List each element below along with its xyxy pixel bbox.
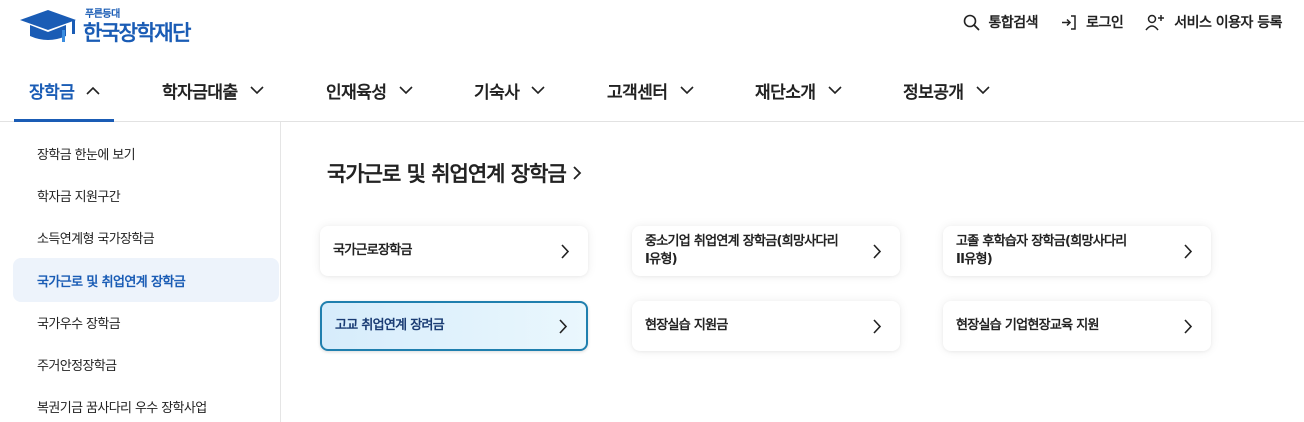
chevron-down-icon [679, 85, 694, 94]
gnb-item-talent[interactable]: 인재육성 [326, 58, 413, 122]
gnb-item-about[interactable]: 재단소개 [755, 58, 842, 122]
gnb-label: 인재육성 [326, 82, 387, 103]
user-add-icon [1145, 14, 1165, 30]
sidebar-item[interactable]: 장학금 한눈에 보기 [13, 131, 279, 175]
user-register-link[interactable]: 서비스 이용자 등록 [1145, 12, 1282, 32]
chevron-down-icon [250, 85, 264, 94]
chevron-right-icon [873, 243, 882, 259]
chevron-down-icon [827, 85, 842, 94]
graduation-cap-icon [20, 10, 76, 42]
gnb-label: 장학금 [29, 82, 75, 103]
sidebar-item-label: 학자금 지원구간 [37, 189, 121, 205]
card-field-training-company[interactable]: 현장실습 기업현장교육 지원 [943, 301, 1211, 351]
card-label: 현장실습 지원금 [645, 318, 728, 333]
login-label: 로그인 [1086, 15, 1124, 31]
utility-nav: 통합검색 로그인 서비스 이용자 등록 [941, 9, 1282, 35]
search-icon [963, 14, 979, 30]
chevron-right-icon [1184, 243, 1193, 259]
card-label: 고졸 후학습자 장학금(희망사다리 II유형) [956, 233, 1127, 269]
login-icon [1062, 14, 1076, 30]
card-field-training[interactable]: 현장실습 지원금 [632, 301, 900, 351]
sidebar-item[interactable]: 학자금 지원구간 [13, 173, 279, 217]
chevron-down-icon [531, 85, 545, 94]
global-nav: 장학금 학자금대출 인재육성 기숙사 고객센터 재단소개 정보공개 [0, 58, 1304, 122]
gnb-item-scholarship[interactable]: 장학금 [29, 58, 100, 122]
card-label-line1: 중소기업 취업연계 장학금(희망사다리 [645, 234, 839, 249]
chevron-right-icon [873, 318, 882, 334]
logo-title: 한국장학재단 [83, 21, 191, 45]
gnb-label: 학자금대출 [162, 82, 238, 103]
gnb-item-dormitory[interactable]: 기숙사 [474, 58, 545, 122]
page-title[interactable]: 국가근로 및 취업연계 장학금 [327, 158, 582, 188]
chevron-down-icon [398, 85, 413, 94]
card-label: 국가근로장학금 [333, 243, 413, 258]
page-title-text: 국가근로 및 취업연계 장학금 [327, 162, 567, 186]
gnb-item-customer-center[interactable]: 고객센터 [607, 58, 694, 122]
sidebar-item-label: 국가근로 및 취업연계 장학금 [37, 274, 186, 290]
card-label: 고교 취업연계 장려금 [335, 318, 445, 333]
gnb-label: 기숙사 [474, 82, 520, 103]
card-highschool-graduate[interactable]: 고졸 후학습자 장학금(희망사다리 II유형) [943, 226, 1211, 276]
gnb-item-student-loan[interactable]: 학자금대출 [162, 58, 264, 122]
gnb-label: 재단소개 [755, 82, 816, 103]
sidebar-item-label: 복권기금 꿈사다리 우수 장학사업 [37, 400, 207, 416]
search-link[interactable]: 통합검색 [963, 12, 1039, 32]
sidebar-item-label: 국가우수 장학금 [37, 316, 121, 332]
gnb-item-disclosure[interactable]: 정보공개 [903, 58, 990, 122]
card-label-line2: II유형) [956, 252, 993, 267]
sidebar-item[interactable]: 소득연계형 국가장학금 [13, 215, 279, 259]
header: 푸른등대 한국장학재단 통합검색 로그인 서비스 이용자 등록 [0, 0, 1304, 50]
sidebar-item-label: 소득연계형 국가장학금 [37, 231, 155, 247]
card-sme-employment[interactable]: 중소기업 취업연계 장학금(희망사다리 I유형) [632, 226, 900, 276]
sidebar-item-label: 주거안정장학금 [37, 358, 117, 374]
gnb-label: 고객센터 [607, 82, 668, 103]
chevron-right-icon [573, 166, 582, 180]
card-label-line2: I유형) [645, 252, 678, 267]
sidebar-item[interactable]: 주거안정장학금 [13, 342, 279, 386]
sidebar-item-label: 장학금 한눈에 보기 [37, 147, 136, 163]
chevron-right-icon [1184, 318, 1193, 334]
user-register-label: 서비스 이용자 등록 [1174, 15, 1282, 31]
sidebar-item-active[interactable]: 국가근로 및 취업연계 장학금 [13, 258, 279, 302]
chevron-right-icon [561, 243, 570, 259]
sidebar: 장학금 한눈에 보기 학자금 지원구간 소득연계형 국가장학금 국가근로 및 취… [0, 122, 281, 422]
sidebar-item[interactable]: 국가우수 장학금 [13, 300, 279, 344]
chevron-right-icon [559, 318, 568, 334]
sidebar-item[interactable]: 복권기금 꿈사다리 우수 장학사업 [13, 384, 279, 422]
gnb-label: 정보공개 [903, 82, 964, 103]
logo[interactable]: 푸른등대 한국장학재단 [18, 4, 218, 45]
search-label: 통합검색 [988, 15, 1039, 31]
card-highschool-employment[interactable]: 고교 취업연계 장려금 [320, 301, 588, 351]
card-national-work[interactable]: 국가근로장학금 [320, 226, 588, 276]
login-link[interactable]: 로그인 [1060, 12, 1124, 32]
chevron-up-icon [86, 86, 100, 95]
card-label-line1: 고졸 후학습자 장학금(희망사다리 [956, 234, 1127, 249]
card-label: 현장실습 기업현장교육 지원 [956, 318, 1099, 333]
card-label: 중소기업 취업연계 장학금(희망사다리 I유형) [645, 233, 839, 269]
chevron-down-icon [975, 85, 990, 94]
